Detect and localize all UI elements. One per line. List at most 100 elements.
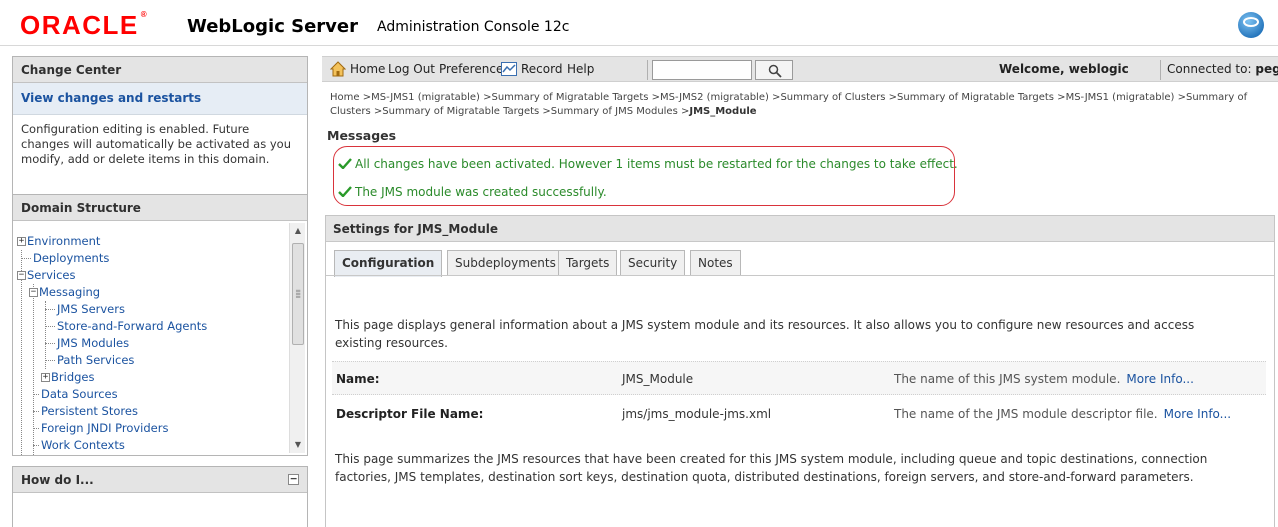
tree-item-label[interactable]: Services	[27, 268, 76, 282]
tab-targets[interactable]: Targets	[558, 250, 618, 276]
breadcrumb-item[interactable]: MS-JMS1 (migratable)	[1066, 92, 1175, 103]
change-center-title: Change Center	[13, 57, 307, 83]
grip-icon: ═ ═ ═	[296, 287, 301, 301]
minus-icon[interactable]: −	[29, 288, 38, 297]
more-info-link[interactable]: More Info...	[1164, 407, 1232, 421]
connected-label: Connected to:	[1167, 62, 1252, 76]
domain-structure-panel: Domain Structure + Environment Deployment…	[12, 194, 308, 456]
message-text: All changes have been activated. However…	[355, 157, 958, 171]
change-center-text: Configuration editing is enabled. Future…	[21, 122, 291, 166]
search-button[interactable]	[755, 60, 793, 80]
more-info-link[interactable]: More Info...	[1126, 372, 1194, 386]
tree-item-data-sources[interactable]: Data Sources	[17, 386, 287, 403]
tab-notes[interactable]: Notes	[690, 250, 741, 276]
descriptor-label: Descriptor File Name:	[336, 407, 484, 421]
record-link[interactable]: Record	[521, 62, 562, 76]
search-icon	[768, 64, 782, 78]
check-icon	[338, 158, 352, 169]
breadcrumb-item[interactable]: Summary of JMS Modules	[551, 106, 678, 117]
domain-tree: + Environment Deployments − Services − Mess…	[17, 233, 287, 455]
breadcrumb-item[interactable]: MS-JMS2 (migratable)	[660, 92, 769, 103]
help-link[interactable]: Help	[567, 62, 594, 76]
message-text: The JMS module was created successfully.	[355, 185, 607, 199]
tree-item-label[interactable]: Foreign JNDI Providers	[41, 421, 168, 435]
tree-item-label[interactable]: Path Services	[57, 353, 134, 367]
tree-scrollbar[interactable]: ▲ ═ ═ ═ ▼	[289, 223, 305, 453]
tree-item-label[interactable]: JMS Servers	[57, 302, 125, 316]
tree-item-label[interactable]: Environment	[27, 234, 100, 248]
title-bar: ORACLE ® WebLogic Server Administration C…	[0, 0, 1278, 46]
breadcrumb-item[interactable]: MS-JMS1 (migratable)	[371, 92, 480, 103]
descriptor-value: jms/jms_module-jms.xml	[622, 407, 772, 421]
logout-link[interactable]: Log Out	[388, 62, 435, 76]
descriptor-help: The name of the JMS module descriptor fi…	[894, 407, 1231, 421]
tree-item-label[interactable]: Messaging	[39, 285, 100, 299]
product-subtitle: Administration Console 12c	[377, 19, 570, 35]
home-link[interactable]: Home	[350, 62, 385, 76]
toolbar-divider	[1160, 60, 1161, 80]
breadcrumb: Home >MS-JMS1 (migratable) >Summary of M…	[330, 92, 1248, 117]
oracle-logo-text: ORACLE	[20, 10, 139, 40]
breadcrumb-item[interactable]: Summary of Migratable Targets	[382, 106, 539, 117]
tree-item-persistent-stores[interactable]: Persistent Stores	[17, 403, 287, 420]
toolbar-divider	[647, 60, 648, 80]
oracle-logo: ORACLE ®	[20, 10, 147, 41]
welcome-text: Welcome, weblogic	[999, 62, 1129, 76]
tree-item-foreign-jndi[interactable]: Foreign JNDI Providers	[17, 420, 287, 437]
success-message: All changes have been activated. However…	[338, 157, 958, 171]
scroll-thumb[interactable]: ═ ═ ═	[292, 243, 304, 345]
tree-item-label[interactable]: JMS Modules	[57, 336, 129, 350]
tree-item-jms-modules[interactable]: JMS Modules	[17, 335, 287, 352]
tree-item-label[interactable]: Store-and-Forward Agents	[57, 319, 207, 333]
tree-item-jms-servers[interactable]: JMS Servers	[17, 301, 287, 318]
record-icon[interactable]	[501, 62, 517, 76]
tree-item-path-services[interactable]: Path Services	[17, 352, 287, 369]
view-changes-link[interactable]: View changes and restarts	[13, 83, 307, 115]
connected-domain: pegjms	[1255, 62, 1278, 76]
tab-subdeployments[interactable]: Subdeployments	[447, 250, 564, 276]
breadcrumb-current: JMS_Module	[689, 106, 757, 117]
globe-icon[interactable]	[1236, 10, 1266, 40]
help-text: The name of the JMS module descriptor fi…	[894, 407, 1158, 421]
minus-icon[interactable]: −	[17, 271, 26, 280]
search-input[interactable]	[652, 60, 752, 80]
tab-configuration[interactable]: Configuration	[334, 250, 443, 277]
tree-item-label[interactable]: Work Contexts	[41, 438, 125, 452]
breadcrumb-item[interactable]: Summary of Migratable Targets	[897, 92, 1054, 103]
product-name: WebLogic Server	[187, 16, 358, 37]
tree-item-label[interactable]: Bridges	[51, 370, 94, 384]
tree-item-store-and-forward[interactable]: Store-and-Forward Agents	[17, 318, 287, 335]
scroll-down-icon[interactable]: ▼	[290, 437, 306, 453]
main-content: Home Log Out Preferences Record Help Wel…	[322, 50, 1278, 527]
breadcrumb-item[interactable]: Home	[330, 92, 360, 103]
preferences-link[interactable]: Preferences	[439, 62, 510, 76]
plus-icon[interactable]: +	[17, 237, 26, 246]
name-help: The name of this JMS system module. More …	[894, 372, 1194, 386]
breadcrumb-item[interactable]: Summary of Migratable Targets	[492, 92, 649, 103]
tree-item-label[interactable]: Deployments	[33, 251, 109, 265]
home-icon[interactable]	[330, 61, 346, 77]
messages-title: Messages	[327, 128, 397, 143]
tree-item-services[interactable]: − Services	[17, 267, 287, 284]
scroll-up-icon[interactable]: ▲	[290, 223, 306, 239]
collapse-icon[interactable]: −	[288, 473, 299, 485]
top-toolbar: Home Log Out Preferences Record Help Wel…	[322, 56, 1278, 82]
breadcrumb-item[interactable]: Summary of Clusters	[780, 92, 885, 103]
tree-item-bridges[interactable]: + Bridges	[17, 369, 287, 386]
domain-structure-title: Domain Structure	[13, 195, 307, 221]
plus-icon[interactable]: +	[41, 373, 50, 382]
success-message: The JMS module was created successfully.	[338, 185, 607, 199]
tab-security[interactable]: Security	[620, 250, 686, 276]
descriptor-row: Descriptor File Name: jms/jms_module-jms…	[332, 397, 1266, 431]
left-column: Change Center View changes and restarts …	[0, 50, 316, 527]
tree-item-label[interactable]: Persistent Stores	[41, 404, 138, 418]
tree-item-messaging[interactable]: − Messaging	[17, 284, 287, 301]
domain-structure-body: + Environment Deployments − Services − Mess…	[13, 221, 307, 455]
name-label: Name:	[336, 372, 380, 386]
tree-item-label[interactable]: Data Sources	[41, 387, 118, 401]
change-center-panel: Change Center View changes and restarts …	[12, 56, 308, 205]
tree-item-deployments[interactable]: Deployments	[17, 250, 287, 267]
name-value: JMS_Module	[622, 372, 694, 386]
tree-item-environment[interactable]: + Environment	[17, 233, 287, 250]
tree-item-work-contexts[interactable]: Work Contexts	[17, 437, 287, 454]
